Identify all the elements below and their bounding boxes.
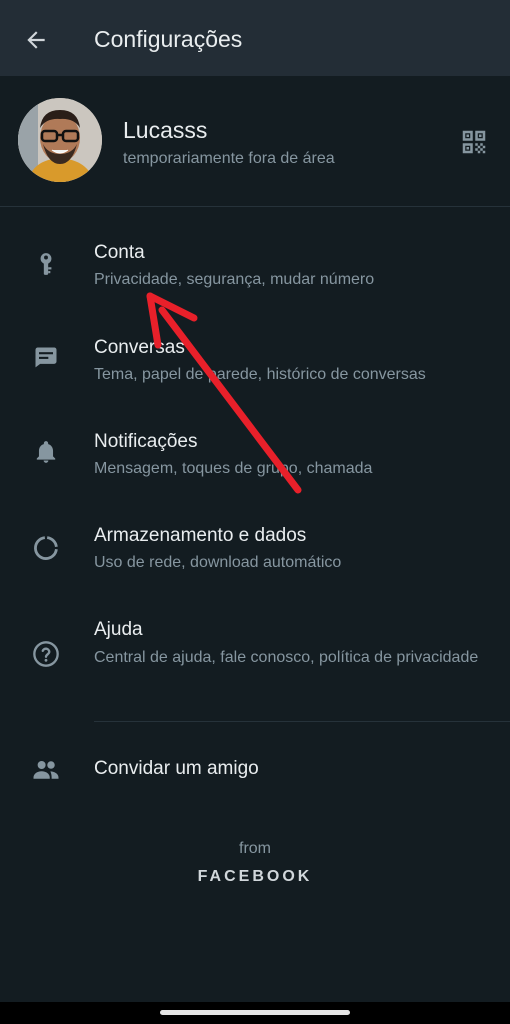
settings-item-ajuda[interactable]: Ajuda Central de ajuda, fale conosco, po… [0,604,510,704]
profile-status: temporariamente fora de área [123,150,335,167]
profile-divider [0,206,510,207]
invite-friend-label: Convidar um amigo [94,758,259,779]
footer-brand: FACEBOOK [197,868,313,885]
settings-item-label: Ajuda [94,619,143,640]
footer-from: from [239,840,271,857]
settings-item-notificacoes[interactable]: Notificações Mensagem, toques de grupo, … [0,416,510,494]
back-button[interactable] [14,18,58,62]
data-usage-icon [22,524,70,572]
people-icon [22,746,70,794]
profile-name: Lucasss [123,117,208,143]
page-title: Configurações [94,26,243,52]
qr-code-button[interactable] [452,120,496,164]
invite-friend-item[interactable]: Convidar um amigo [0,732,510,808]
bell-icon [22,428,70,476]
qr-code-icon [462,130,486,154]
top-app-bar: Configurações [0,0,510,76]
home-indicator[interactable] [160,1010,350,1015]
back-arrow-icon [27,31,45,49]
settings-item-description: Mensagem, toques de grupo, chamada [94,460,373,477]
key-icon [22,240,70,288]
help-icon [22,630,70,678]
settings-item-description: Privacidade, segurança, mudar número [94,271,375,288]
chat-icon [22,334,70,382]
profile-row[interactable]: Lucasss temporariamente fora de área [0,90,510,198]
settings-item-label: Notificações [94,431,198,452]
invite-divider [94,721,510,722]
settings-item-description: Uso de rede, download automático [94,554,342,571]
settings-item-armazenamento[interactable]: Armazenamento e dados Uso de rede, downl… [0,510,510,588]
settings-item-description: Tema, papel de parede, histórico de conv… [94,366,426,383]
avatar[interactable] [18,98,102,182]
profile-photo [18,98,102,182]
settings-item-label: Conversas [94,337,185,358]
settings-item-label: Conta [94,242,145,263]
settings-item-conta[interactable]: Conta Privacidade, segurança, mudar núme… [0,226,510,304]
settings-item-description: Central de ajuda, fale conosco, política… [94,649,479,666]
settings-item-label: Armazenamento e dados [94,525,307,546]
settings-item-conversas[interactable]: Conversas Tema, papel de parede, históri… [0,322,510,400]
